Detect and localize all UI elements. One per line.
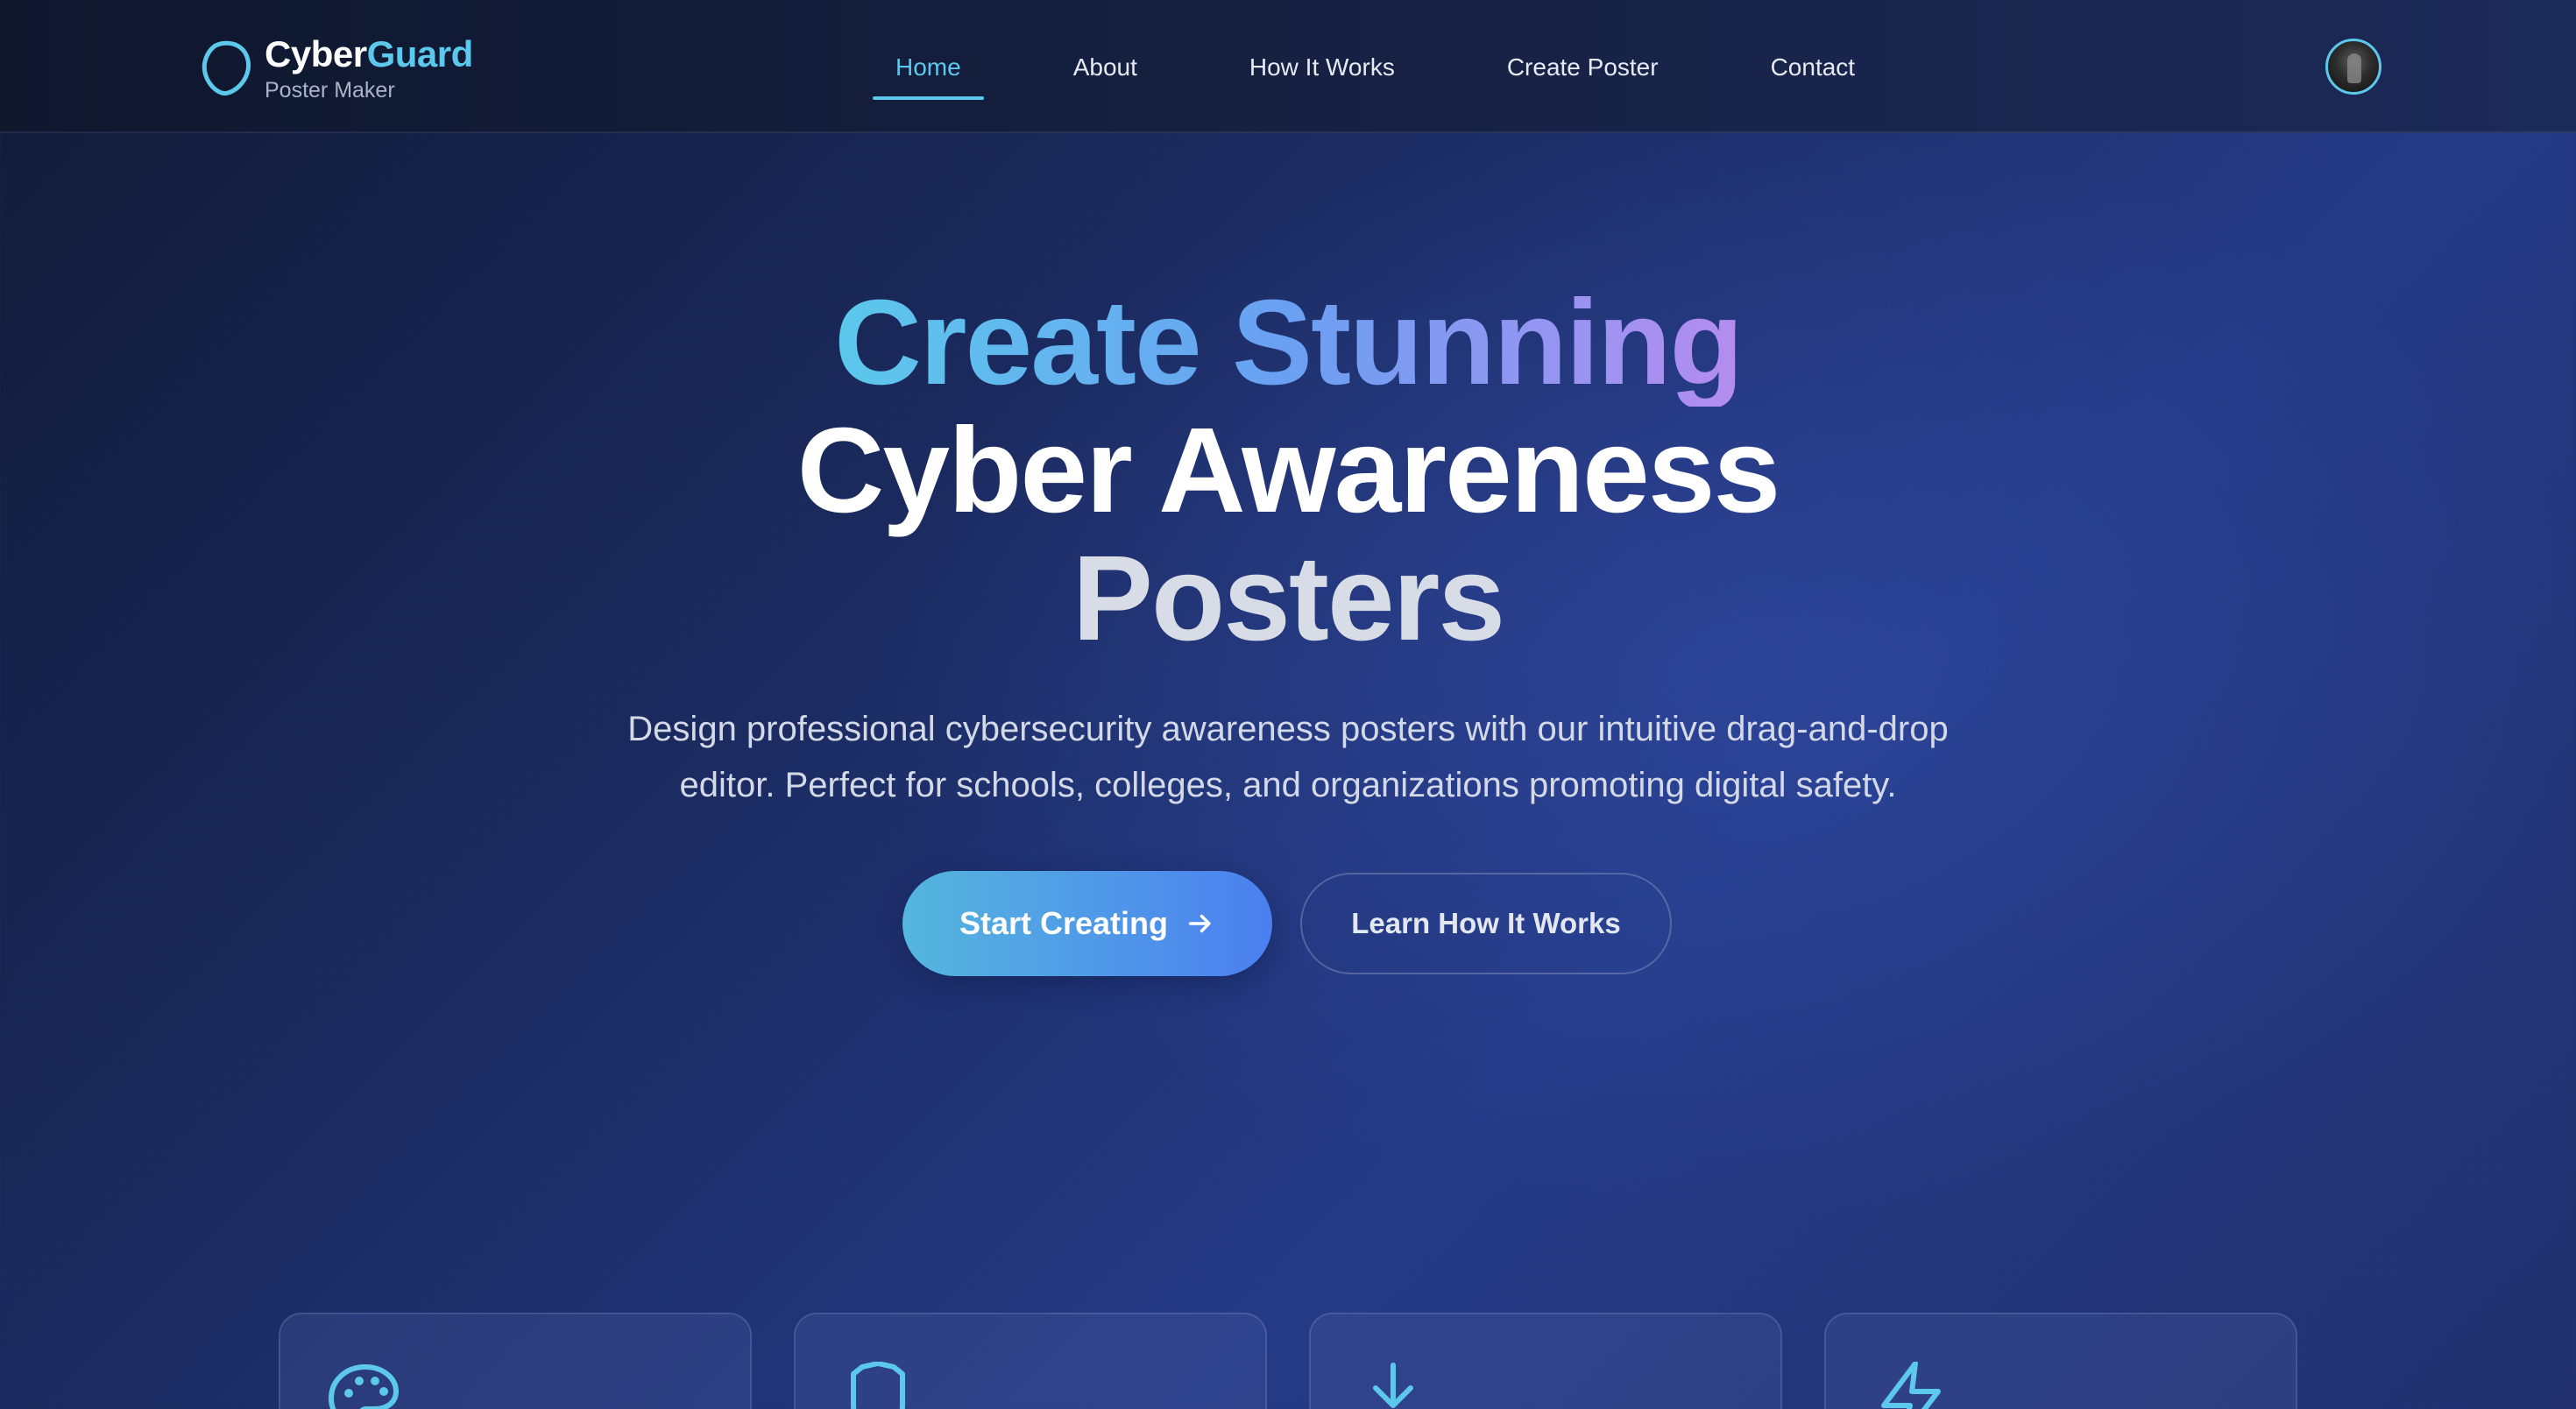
nav-home[interactable]: Home (867, 35, 989, 100)
brand-title-guard: Guard (366, 33, 474, 74)
hero-title: Create Stunning Cyber Awareness Posters (0, 279, 2576, 662)
feature-card-download[interactable] (1309, 1313, 1782, 1409)
nav-create-poster[interactable]: Create Poster (1479, 35, 1687, 100)
learn-how-it-works-button[interactable]: Learn How It Works (1300, 873, 1672, 974)
shield-icon (851, 1362, 905, 1409)
hero-description: Design professional cybersecurity awaren… (627, 710, 1949, 804)
brand-title-cyber: Cyber (265, 33, 367, 74)
shield-outline-icon (202, 40, 251, 96)
start-creating-button[interactable]: Start Creating (902, 871, 1272, 976)
brand-title: CyberGuard (265, 32, 473, 77)
hero-title-gradient-line: Create Stunning (834, 275, 1744, 410)
download-icon (1373, 1363, 1413, 1408)
brand-subtitle: Poster Maker (265, 78, 395, 103)
top-navbar: CyberGuard Poster Maker Home About How I… (0, 0, 2576, 133)
avatar-figure (2347, 53, 2361, 83)
brand-logo-link[interactable]: CyberGuard Poster Maker (195, 32, 527, 107)
nav-how-it-works[interactable]: How It Works (1221, 35, 1423, 100)
hero-title-line-3: Posters (1072, 531, 1505, 666)
start-creating-label: Start Creating (959, 905, 1169, 941)
arrow-right-icon (1188, 914, 1211, 933)
lightning-icon (1881, 1362, 1941, 1409)
main-nav: Home About How It Works Create Poster Co… (867, 35, 1883, 100)
nav-about[interactable]: About (1045, 35, 1165, 100)
nav-contact[interactable]: Contact (1743, 35, 1884, 100)
user-avatar[interactable] (2325, 39, 2381, 95)
feature-card-fast[interactable] (1824, 1313, 2297, 1409)
palette-icon (329, 1364, 399, 1409)
feature-card-security[interactable] (794, 1313, 1267, 1409)
hero-title-line-2: Cyber Awareness (796, 403, 1781, 538)
feature-card-design[interactable] (279, 1313, 752, 1409)
